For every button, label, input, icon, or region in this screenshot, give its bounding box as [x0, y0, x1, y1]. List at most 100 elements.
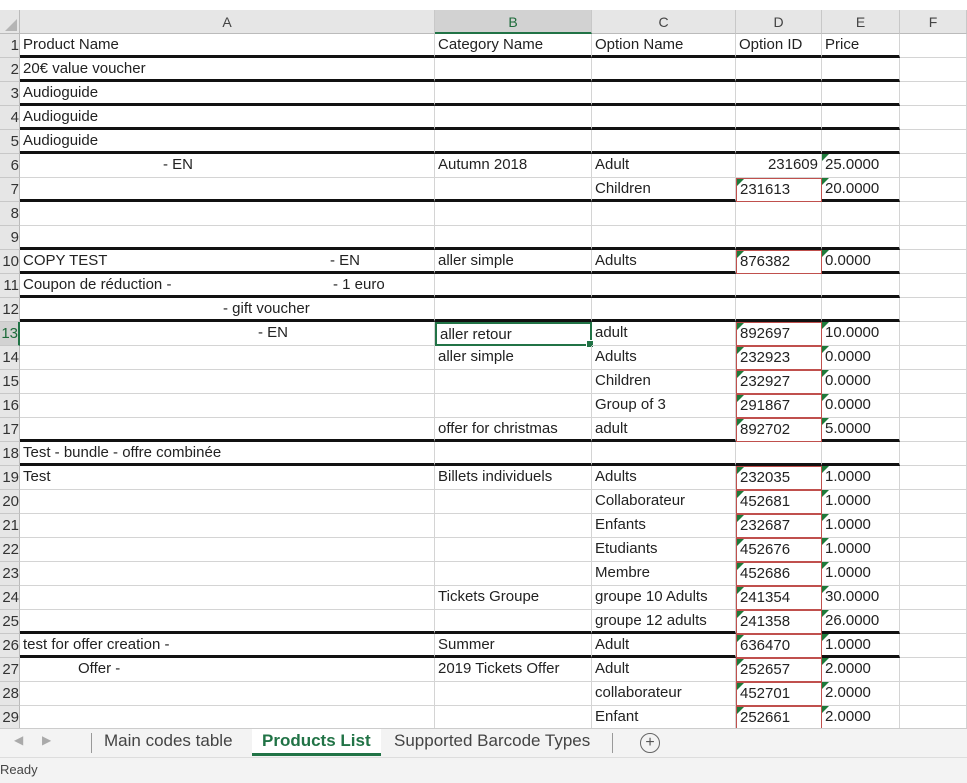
cell-b21[interactable] [435, 514, 592, 538]
cell-e9[interactable] [822, 226, 900, 250]
cell-e22[interactable]: 1.0000 [822, 538, 900, 562]
cell-e15[interactable]: 0.0000 [822, 370, 900, 394]
cell-d10[interactable]: 876382 [736, 250, 822, 274]
cell-b1[interactable]: Category Name [435, 34, 592, 58]
cell-a28[interactable] [20, 682, 435, 706]
cell-c6[interactable]: Adult [592, 154, 736, 178]
cell-d23[interactable]: 452686 [736, 562, 822, 586]
cell-c11[interactable] [592, 274, 736, 298]
cell-f19[interactable] [900, 466, 967, 490]
cell-d25[interactable]: 241358 [736, 610, 822, 634]
cell-b17[interactable]: offer for christmas [435, 418, 592, 442]
cell-e8[interactable] [822, 202, 900, 226]
column-header-a[interactable]: A [20, 10, 435, 34]
cell-e11[interactable] [822, 274, 900, 298]
cell-d22[interactable]: 452676 [736, 538, 822, 562]
cell-f22[interactable] [900, 538, 967, 562]
cell-e14[interactable]: 0.0000 [822, 346, 900, 370]
row-header[interactable]: 15 [0, 370, 20, 394]
cell-e16[interactable]: 0.0000 [822, 394, 900, 418]
cell-c3[interactable] [592, 82, 736, 106]
cell-f2[interactable] [900, 58, 967, 82]
cell-a21[interactable] [20, 514, 435, 538]
cell-e21[interactable]: 1.0000 [822, 514, 900, 538]
cell-f10[interactable] [900, 250, 967, 274]
cell-b20[interactable] [435, 490, 592, 514]
cell-d4[interactable] [736, 106, 822, 130]
row-header[interactable]: 4 [0, 106, 20, 130]
cell-a27[interactable]: Offer - [20, 658, 435, 682]
cell-c17[interactable]: adult [592, 418, 736, 442]
cell-d18[interactable] [736, 442, 822, 466]
cell-a13[interactable]: - EN [20, 322, 435, 346]
cell-b9[interactable] [435, 226, 592, 250]
cell-a12[interactable]: - gift voucher [20, 298, 435, 322]
row-header[interactable]: 18 [0, 442, 20, 466]
select-all-button[interactable] [0, 10, 20, 34]
row-header[interactable]: 24 [0, 586, 20, 610]
cell-b10[interactable]: aller simple [435, 250, 592, 274]
row-header[interactable]: 13 [0, 322, 20, 346]
tab-main-codes-table[interactable]: Main codes table [94, 729, 243, 756]
cell-b28[interactable] [435, 682, 592, 706]
column-header-f[interactable]: F [900, 10, 967, 34]
cell-c24[interactable]: groupe 10 Adults [592, 586, 736, 610]
row-header[interactable]: 21 [0, 514, 20, 538]
cell-c27[interactable]: Adult [592, 658, 736, 682]
row-header[interactable]: 10 [0, 250, 20, 274]
column-header-d[interactable]: D [736, 10, 822, 34]
cell-e10[interactable]: 0.0000 [822, 250, 900, 274]
cell-e13[interactable]: 10.0000 [822, 322, 900, 346]
cell-c23[interactable]: Membre [592, 562, 736, 586]
cell-d17[interactable]: 892702 [736, 418, 822, 442]
cell-e1[interactable]: Price [822, 34, 900, 58]
row-header[interactable]: 14 [0, 346, 20, 370]
cell-f18[interactable] [900, 442, 967, 466]
cell-e7[interactable]: 20.0000 [822, 178, 900, 202]
cell-c10[interactable]: Adults [592, 250, 736, 274]
cell-a8[interactable] [20, 202, 435, 226]
cell-f11[interactable] [900, 274, 967, 298]
cell-c25[interactable]: groupe 12 adults [592, 610, 736, 634]
cell-b25[interactable] [435, 610, 592, 634]
cell-e20[interactable]: 1.0000 [822, 490, 900, 514]
cell-b29[interactable] [435, 706, 592, 728]
cell-b26[interactable]: Summer [435, 634, 592, 658]
cell-a3[interactable]: Audioguide [20, 82, 435, 106]
row-header[interactable]: 5 [0, 130, 20, 154]
cell-d26[interactable]: 636470 [736, 634, 822, 658]
cell-f14[interactable] [900, 346, 967, 370]
cell-c4[interactable] [592, 106, 736, 130]
cell-d1[interactable]: Option ID [736, 34, 822, 58]
cell-d7[interactable]: 231613 [736, 178, 822, 202]
cell-f15[interactable] [900, 370, 967, 394]
cell-f25[interactable] [900, 610, 967, 634]
cell-a5[interactable]: Audioguide [20, 130, 435, 154]
cell-e2[interactable] [822, 58, 900, 82]
row-header[interactable]: 11 [0, 274, 20, 298]
cell-e26[interactable]: 1.0000 [822, 634, 900, 658]
cell-d2[interactable] [736, 58, 822, 82]
cell-f6[interactable] [900, 154, 967, 178]
cell-b22[interactable] [435, 538, 592, 562]
cell-f3[interactable] [900, 82, 967, 106]
cell-a11[interactable]: Coupon de réduction - - 1 euro [20, 274, 435, 298]
cell-e27[interactable]: 2.0000 [822, 658, 900, 682]
row-header[interactable]: 26 [0, 634, 20, 658]
spreadsheet-grid[interactable]: A B C D E F 1 Product Name Category Name Option N… [0, 0, 967, 728]
cell-b3[interactable] [435, 82, 592, 106]
cell-a7[interactable] [20, 178, 435, 202]
cell-f20[interactable] [900, 490, 967, 514]
cell-d8[interactable] [736, 202, 822, 226]
cell-d16[interactable]: 291867 [736, 394, 822, 418]
cell-a29[interactable] [20, 706, 435, 728]
cell-f13[interactable] [900, 322, 967, 346]
cell-a10[interactable]: COPY TEST - EN [20, 250, 435, 274]
cell-b11[interactable] [435, 274, 592, 298]
cell-f21[interactable] [900, 514, 967, 538]
cell-a26[interactable]: test for offer creation - [20, 634, 435, 658]
cell-a1[interactable]: Product Name [20, 34, 435, 58]
column-header-b[interactable]: B [435, 10, 592, 34]
cell-c13[interactable]: adult [592, 322, 736, 346]
cell-b13[interactable]: aller retour [435, 322, 594, 348]
